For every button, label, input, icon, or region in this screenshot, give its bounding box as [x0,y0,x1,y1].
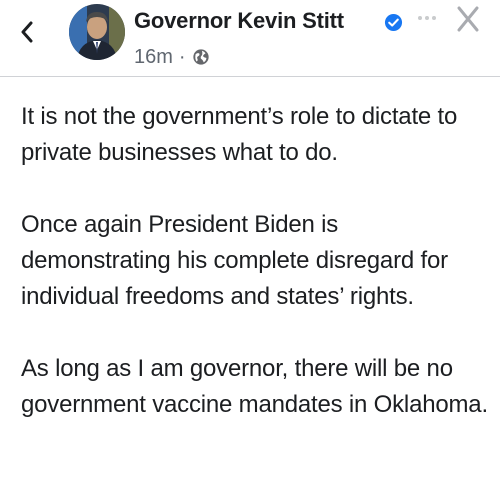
meta-separator: · [178,45,186,68]
post-timestamp[interactable]: 16m [134,46,173,69]
profile-photo [69,4,125,60]
more-options-icon[interactable] [418,14,438,22]
dot [418,16,422,20]
close-button[interactable] [452,3,484,35]
globe-icon[interactable] [192,48,210,66]
post-paragraph: It is not the government’s role to dicta… [21,103,458,166]
post-paragraph: As long as I am governor, there will be … [21,355,488,418]
author-name[interactable]: Governor Kevin Stitt [134,8,344,34]
post-paragraph: Once again President Biden is demonstrat… [21,211,448,310]
dot [432,16,436,20]
avatar[interactable] [69,4,125,60]
verified-badge-icon [384,13,403,32]
post-text: It is not the government’s role to dicta… [21,99,491,459]
back-button[interactable] [10,12,44,52]
post-meta: 16m · [134,45,210,69]
dot [425,16,429,20]
post-header: Governor Kevin Stitt 16m · [0,0,500,77]
chevron-left-icon [21,21,33,43]
close-icon [457,6,479,32]
